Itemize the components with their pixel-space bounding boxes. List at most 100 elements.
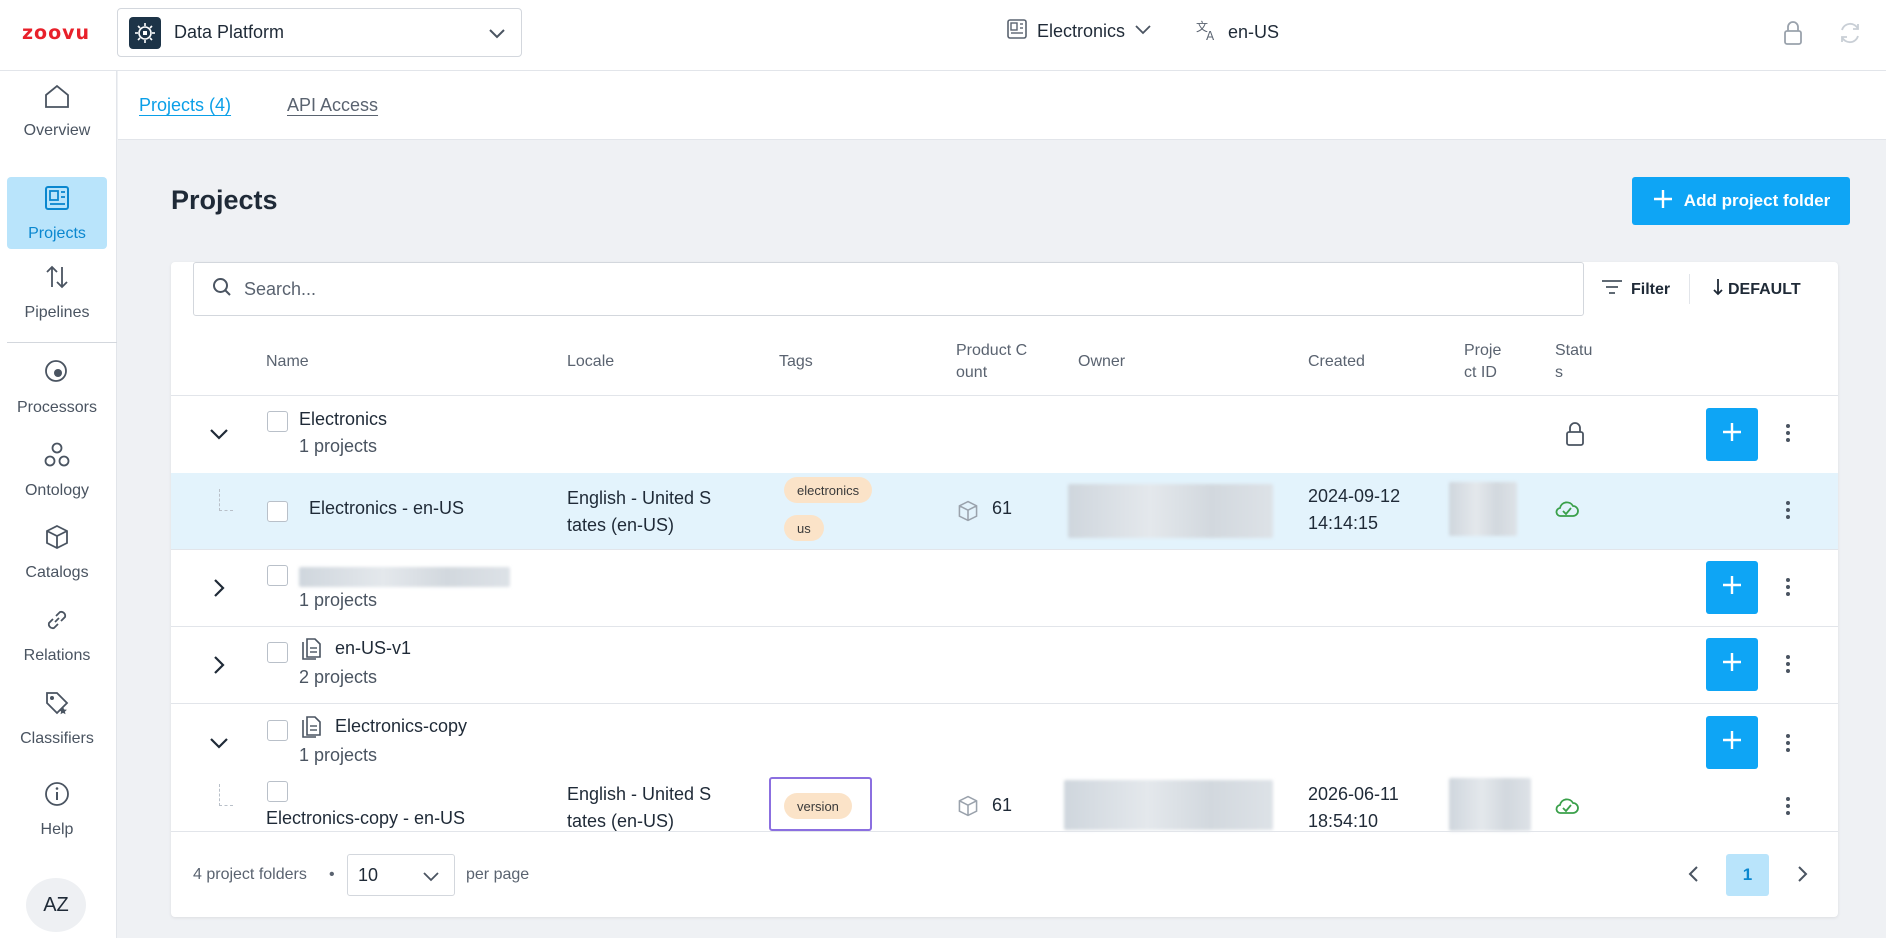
row-checkbox[interactable] [267, 720, 288, 741]
sidebar-item-label: Help [40, 820, 74, 838]
table-row[interactable]: Electronics-copy 1 projects [171, 704, 1838, 781]
add-project-button[interactable] [1706, 716, 1758, 769]
sidebar-item-processors[interactable]: Processors [7, 351, 107, 423]
row-checkbox[interactable] [267, 501, 288, 522]
catalog-selector[interactable]: Electronics [1006, 18, 1152, 45]
lock-icon [1564, 421, 1586, 452]
add-project-folder-label: Add project folder [1683, 191, 1831, 210]
table-row[interactable]: 1 projects [171, 550, 1838, 626]
column-header-product-count[interactable]: Product C ount [956, 340, 1027, 384]
more-options-icon[interactable] [1781, 734, 1795, 752]
add-project-button[interactable] [1706, 408, 1758, 461]
plus-icon [1721, 729, 1743, 756]
sidebar-item-label: Overview [23, 121, 91, 139]
projects-icon [43, 184, 71, 217]
row-checkbox[interactable] [267, 565, 288, 586]
platform-name: Data Platform [174, 22, 285, 42]
sort-button[interactable]: DEFAULT [1712, 278, 1801, 301]
folder-name: en-US-v1 [335, 638, 412, 658]
row-checkbox[interactable] [267, 411, 288, 432]
column-header-status[interactable]: Statu s [1555, 340, 1592, 384]
more-options-icon[interactable] [1781, 424, 1795, 442]
sidebar-item-ontology[interactable]: Ontology [7, 434, 107, 506]
add-project-folder-button[interactable]: Add project folder [1632, 177, 1850, 225]
page-number-button[interactable]: 1 [1726, 854, 1769, 896]
sidebar-item-classifiers[interactable]: Classifiers [7, 682, 107, 754]
cube-icon [956, 794, 980, 823]
sidebar-item-pipelines[interactable]: Pipelines [7, 256, 107, 328]
chevron-down-icon [487, 23, 507, 48]
table-row[interactable]: Electronics - en-US English - United S t… [171, 473, 1838, 549]
plus-icon [1652, 188, 1674, 215]
avatar[interactable]: AZ [26, 878, 86, 932]
chevron-down-icon[interactable] [208, 732, 230, 759]
zoovu-logo[interactable]: zoovu [22, 22, 90, 44]
created-date: 2026-06-11 18:54:10 [1308, 784, 1399, 831]
lock-icon[interactable] [1782, 20, 1804, 51]
sidebar-item-catalogs[interactable]: Catalogs [7, 516, 107, 588]
table-row[interactable]: Electronics 1 projects [171, 396, 1838, 473]
tag-icon [43, 689, 71, 722]
folder-name: Electronics-copy [335, 716, 468, 736]
folder-count-summary: 4 project folders [193, 866, 307, 883]
sidebar-item-projects[interactable]: Projects [7, 177, 107, 249]
projects-table-card: Filter DEFAULT Name Locale Tags Product … [171, 262, 1838, 917]
sidebar-item-label: Ontology [24, 481, 90, 499]
search-input[interactable] [244, 278, 1544, 300]
project-name[interactable]: Electronics - en-US [309, 495, 464, 522]
project-name[interactable]: Electronics-copy - en-US [266, 805, 465, 832]
chevron-left-icon[interactable] [1685, 865, 1703, 888]
pipelines-icon [44, 263, 70, 296]
table-divider [171, 831, 1838, 832]
platform-logo-icon [129, 16, 161, 49]
row-checkbox[interactable] [267, 642, 288, 663]
locale-selector[interactable]: 文A en-US [1195, 18, 1279, 47]
column-header-project-id[interactable]: Proje ct ID [1464, 340, 1501, 384]
page-size-select[interactable]: 10 [347, 854, 455, 896]
filter-label: Filter [1631, 280, 1671, 298]
column-header-name[interactable]: Name [266, 351, 309, 373]
sidebar-item-help[interactable]: Help [7, 773, 107, 845]
project-locale: English - United S tates (en-US) [567, 488, 712, 535]
sort-label: DEFAULT [1728, 280, 1801, 298]
column-header-owner[interactable]: Owner [1078, 351, 1125, 373]
more-options-icon[interactable] [1781, 797, 1795, 815]
column-header-created[interactable]: Created [1308, 351, 1365, 373]
column-header-tags[interactable]: Tags [779, 351, 813, 373]
chevron-right-icon[interactable] [1793, 865, 1811, 888]
platform-selector[interactable]: Data Platform [117, 8, 522, 57]
add-project-button[interactable] [1706, 638, 1758, 691]
tag-badge[interactable]: version [784, 793, 852, 819]
chevron-right-icon[interactable] [208, 577, 230, 604]
created-date: 2024-09-12 14:14:15 [1308, 486, 1401, 533]
folder-name: Electronics [299, 409, 388, 429]
table-row[interactable]: Electronics-copy - en-US English - Unite… [171, 777, 1838, 851]
tag-badge[interactable]: us [784, 515, 824, 541]
owner-redacted [1068, 484, 1273, 538]
row-checkbox[interactable] [267, 781, 288, 802]
tab-projects[interactable]: Projects (4) [139, 95, 231, 116]
search-field[interactable] [193, 262, 1584, 316]
tag-badge[interactable]: electronics [784, 477, 873, 503]
per-page-label: per page [466, 866, 530, 883]
more-options-icon[interactable] [1781, 578, 1795, 596]
add-project-button[interactable] [1706, 561, 1758, 614]
locale-name: en-US [1228, 22, 1280, 42]
chevron-down-icon [422, 867, 440, 890]
table-row[interactable]: en-US-v1 2 projects [171, 627, 1838, 703]
chevron-right-icon[interactable] [208, 654, 230, 681]
tab-api-access[interactable]: API Access [287, 95, 378, 116]
chevron-down-icon[interactable] [208, 423, 230, 450]
more-options-icon[interactable] [1781, 501, 1795, 519]
ontology-icon [43, 441, 71, 474]
refresh-icon[interactable] [1838, 20, 1862, 51]
sub-navigation: Projects (4) API Access [118, 71, 1886, 140]
footer-separator: • [329, 866, 335, 883]
sidebar-item-relations[interactable]: Relations [7, 599, 107, 671]
filter-button[interactable]: Filter [1601, 278, 1670, 301]
search-icon [212, 277, 232, 302]
column-header-locale[interactable]: Locale [567, 351, 614, 373]
sidebar-item-overview[interactable]: Overview [7, 75, 107, 147]
chevron-down-icon [1134, 20, 1152, 43]
more-options-icon[interactable] [1781, 655, 1795, 673]
